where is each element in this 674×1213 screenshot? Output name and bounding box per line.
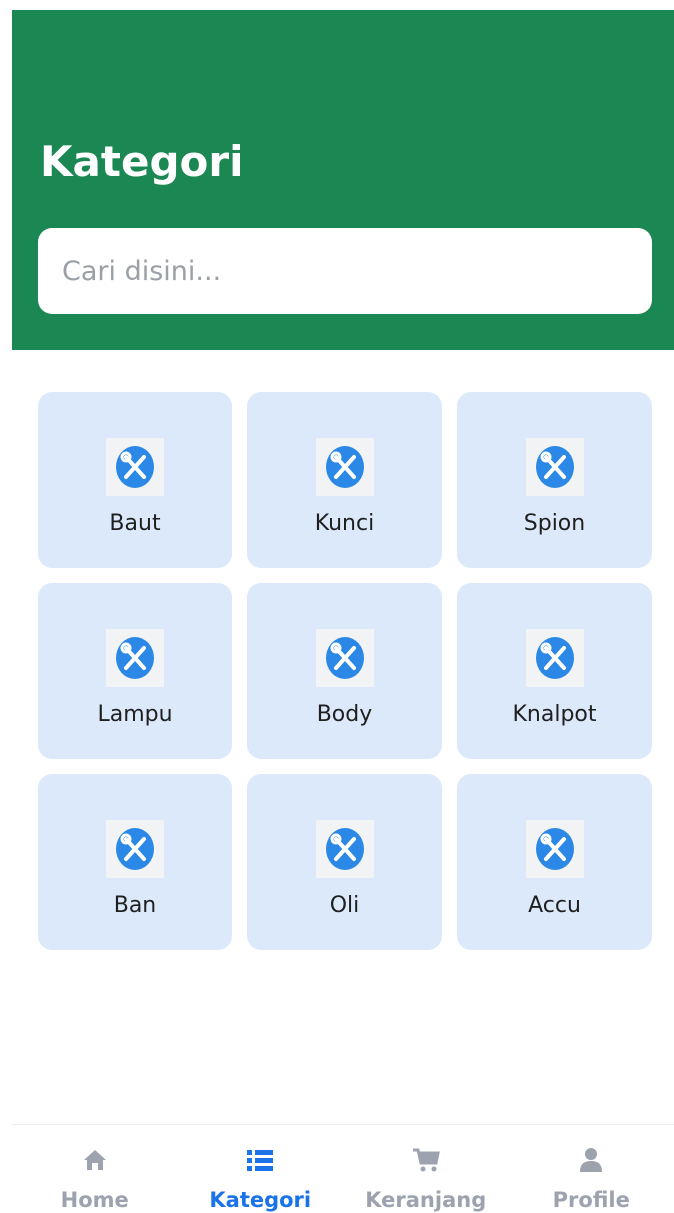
- user-icon: [579, 1145, 603, 1175]
- nav-label: Kategori: [209, 1188, 312, 1212]
- category-label: Baut: [109, 511, 161, 536]
- nav-label: Profile: [552, 1188, 630, 1212]
- nav-label: Keranjang: [365, 1188, 487, 1212]
- category-card-body[interactable]: Body: [247, 583, 442, 759]
- wrench-screwdriver-icon: [525, 629, 584, 687]
- category-card-accu[interactable]: Accu: [457, 774, 652, 950]
- search-box[interactable]: [38, 228, 652, 314]
- app-screen: Kategori Baut Kunci: [12, 10, 674, 1213]
- category-card-ban[interactable]: Ban: [38, 774, 232, 950]
- wrench-screwdriver-icon: [315, 820, 374, 878]
- category-card-oli[interactable]: Oli: [247, 774, 442, 950]
- nav-item-home[interactable]: Home: [12, 1125, 178, 1213]
- category-label: Kunci: [314, 511, 375, 536]
- list-icon: [246, 1145, 274, 1175]
- header: Kategori: [12, 10, 674, 350]
- category-card-spion[interactable]: Spion: [457, 392, 652, 568]
- wrench-screwdriver-icon: [315, 629, 374, 687]
- category-card-baut[interactable]: Baut: [38, 392, 232, 568]
- category-grid: Baut Kunci Spion Lampu Body Knalpot Ban …: [38, 392, 652, 950]
- category-card-kunci[interactable]: Kunci: [247, 392, 442, 568]
- wrench-screwdriver-icon: [525, 438, 584, 496]
- wrench-screwdriver-icon: [106, 820, 164, 878]
- nav-item-kategori[interactable]: Kategori: [178, 1125, 344, 1213]
- nav-item-profile[interactable]: Profile: [509, 1125, 674, 1213]
- category-card-knalpot[interactable]: Knalpot: [457, 583, 652, 759]
- home-icon: [82, 1145, 108, 1175]
- category-card-lampu[interactable]: Lampu: [38, 583, 232, 759]
- cart-icon: [412, 1145, 440, 1175]
- search-input[interactable]: [62, 228, 652, 314]
- bottom-nav: Home Kategori Keranjang Profile: [12, 1124, 674, 1213]
- category-label: Oli: [329, 893, 360, 918]
- category-label: Accu: [528, 893, 581, 918]
- page-title: Kategori: [40, 137, 244, 186]
- nav-item-keranjang[interactable]: Keranjang: [343, 1125, 509, 1213]
- category-label: Body: [316, 702, 373, 727]
- nav-label: Home: [60, 1188, 129, 1212]
- wrench-screwdriver-icon: [315, 438, 374, 496]
- category-label: Knalpot: [512, 702, 597, 727]
- wrench-screwdriver-icon: [106, 438, 164, 496]
- category-label: Spion: [523, 511, 586, 536]
- category-label: Ban: [113, 893, 157, 918]
- wrench-screwdriver-icon: [106, 629, 164, 687]
- category-label: Lampu: [97, 702, 173, 727]
- wrench-screwdriver-icon: [525, 820, 584, 878]
